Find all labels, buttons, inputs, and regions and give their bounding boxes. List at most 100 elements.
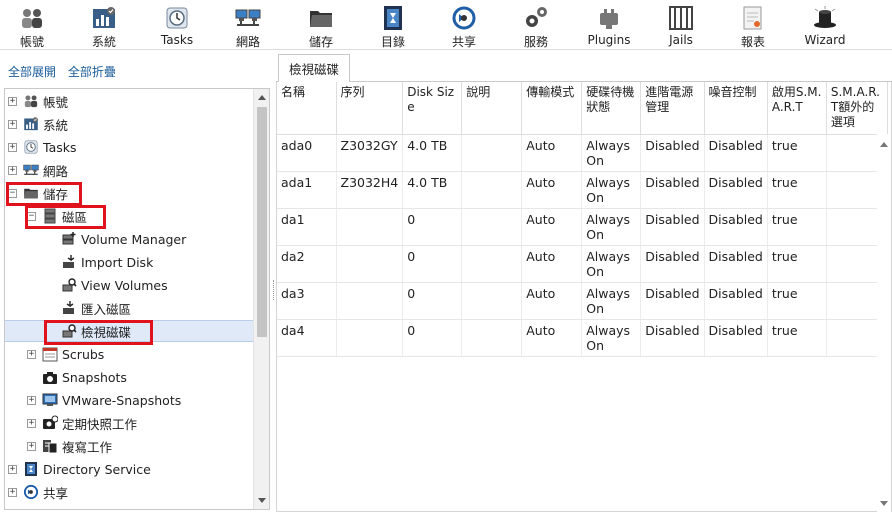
toolbar-label: Jails bbox=[669, 33, 693, 47]
tree-item-vmware-snapshots[interactable]: + VMware-Snapshots bbox=[5, 389, 255, 411]
tree-item-network[interactable]: + 網路 bbox=[5, 159, 255, 181]
table-cell: true bbox=[767, 208, 827, 246]
toolbar-button-services[interactable]: 服務 bbox=[501, 0, 571, 50]
toolbar-button-tasks[interactable]: Tasks bbox=[142, 0, 212, 50]
tree-item-users[interactable]: + 帳號 bbox=[5, 90, 255, 112]
network-icon bbox=[23, 162, 39, 178]
tree-item-label: Directory Service bbox=[43, 461, 151, 477]
scroll-up-icon[interactable] bbox=[258, 95, 266, 100]
toolbar-button-jails[interactable]: Jails bbox=[646, 0, 716, 50]
expand-all-link[interactable]: 全部展開 bbox=[8, 65, 56, 79]
expand-icon[interactable]: + bbox=[27, 441, 36, 451]
column-header[interactable]: 進階電源管理 bbox=[640, 82, 705, 135]
table-row[interactable]: da2 0 Auto Always On Disabled Disabled true bbox=[277, 245, 888, 283]
collapse-icon[interactable]: − bbox=[8, 188, 17, 198]
table-row[interactable]: ada0 Z3032GY 4.0 TB Auto Always On Disabled Di… bbox=[277, 134, 888, 172]
expand-icon[interactable]: + bbox=[8, 96, 17, 106]
toolbar-button-storage[interactable]: 儲存 bbox=[286, 0, 356, 50]
tree-item-scrubs[interactable]: + Scrubs bbox=[5, 343, 255, 365]
toolbar-button-network[interactable]: 網路 bbox=[213, 0, 283, 50]
tree-item-sharing[interactable]: + 共享 bbox=[5, 481, 255, 503]
tree-item-label: 共享 bbox=[43, 485, 69, 501]
import-volume-icon bbox=[61, 300, 77, 316]
table-cell: da1 bbox=[277, 208, 337, 246]
expand-icon[interactable]: + bbox=[27, 418, 36, 428]
tree-item-snapshots[interactable]: Snapshots bbox=[5, 366, 255, 388]
tree-item-label: 磁區 bbox=[62, 209, 88, 225]
column-header[interactable]: 傳輸模式 bbox=[521, 82, 583, 135]
expand-icon[interactable]: + bbox=[27, 395, 36, 405]
tree-item-directory-service[interactable]: + Directory Service bbox=[5, 458, 255, 480]
table-cell: Auto bbox=[521, 208, 583, 246]
users-icon bbox=[23, 93, 39, 109]
tree-item-storage[interactable]: − 儲存 bbox=[5, 182, 255, 204]
column-header[interactable]: 啟用S.M.A.R.T bbox=[767, 82, 827, 135]
column-header[interactable]: S.M.A.R.T額外的選項 bbox=[826, 82, 888, 135]
expand-icon[interactable]: + bbox=[8, 142, 17, 152]
table-row[interactable]: da3 0 Auto Always On Disabled Disabled true bbox=[277, 282, 888, 320]
table-cell: 0 bbox=[402, 282, 463, 320]
tab-view-disks[interactable]: 檢視磁碟 bbox=[278, 54, 351, 83]
tree-item-label: Snapshots bbox=[62, 369, 127, 385]
scroll-down-icon[interactable] bbox=[258, 498, 266, 503]
splitter-grip[interactable] bbox=[273, 280, 275, 300]
toolbar-button-directory[interactable]: 目錄 bbox=[358, 0, 428, 50]
tree-item-label: VMware-Snapshots bbox=[62, 392, 182, 408]
wizard-icon bbox=[812, 5, 838, 31]
tree-item-import-volume[interactable]: 匯入磁區 bbox=[5, 297, 255, 319]
column-header[interactable]: 序列 bbox=[336, 82, 404, 135]
table-cell: Disabled bbox=[640, 171, 705, 209]
navigation-panel: 全部展開 全部折疊 + 帳號 + 系統 + Tasks + 網路 − 儲存 − 磁區 Volume Ma… bbox=[0, 50, 272, 512]
column-header[interactable]: Disk Size bbox=[402, 82, 463, 135]
toolbar-button-reports[interactable]: 報表 bbox=[718, 0, 788, 50]
reports-icon bbox=[740, 5, 766, 31]
table-cell: Disabled bbox=[640, 245, 705, 283]
toolbar-button-users[interactable]: 帳號 bbox=[0, 0, 67, 50]
scroll-down-icon[interactable] bbox=[880, 501, 888, 506]
table-row[interactable]: da4 0 Auto Always On Disabled Disabled true bbox=[277, 319, 888, 357]
toolbar-button-plugins[interactable]: Plugins bbox=[574, 0, 644, 50]
scroll-thumb[interactable] bbox=[257, 107, 267, 337]
table-cell: Always On bbox=[581, 134, 642, 172]
storage-icon bbox=[23, 185, 39, 201]
table-cell: true bbox=[767, 134, 827, 172]
table-cell bbox=[336, 208, 404, 246]
tree-item-periodic-snapshot[interactable]: + 定期快照工作 bbox=[5, 412, 255, 434]
expand-icon[interactable]: + bbox=[8, 165, 17, 175]
tree-item-volumes[interactable]: − 磁區 bbox=[5, 205, 255, 227]
tree-item-view-disks[interactable]: 檢視磁碟 bbox=[5, 320, 255, 342]
table-row[interactable]: ada1 Z3032H4 4.0 TB Auto Always On Disabled Di… bbox=[277, 171, 888, 209]
tree-item-replication[interactable]: + 複寫工作 bbox=[5, 435, 255, 457]
tree-scrollbar[interactable] bbox=[253, 89, 269, 509]
table-cell bbox=[461, 171, 523, 209]
expand-icon[interactable]: + bbox=[8, 119, 17, 129]
tree-item-import-disk[interactable]: Import Disk bbox=[5, 251, 255, 273]
tree-item-label: View Volumes bbox=[81, 277, 168, 293]
tree-item-tasks[interactable]: + Tasks bbox=[5, 136, 255, 158]
table-row[interactable]: da1 0 Auto Always On Disabled Disabled true bbox=[277, 208, 888, 246]
toolbar-button-sharing[interactable]: 共享 bbox=[429, 0, 499, 50]
tree-item-view-volumes[interactable]: View Volumes bbox=[5, 274, 255, 296]
collapse-icon[interactable]: − bbox=[27, 211, 36, 221]
users-icon bbox=[19, 5, 45, 31]
collapse-all-link[interactable]: 全部折疊 bbox=[68, 65, 116, 79]
toolbar-button-wizard[interactable]: Wizard bbox=[790, 0, 860, 50]
toolbar-label: Wizard bbox=[804, 33, 846, 47]
table-cell: Disabled bbox=[640, 208, 705, 246]
tree-item-system[interactable]: + 系統 bbox=[5, 113, 255, 135]
tree-item-label: 帳號 bbox=[43, 94, 69, 110]
expand-icon[interactable]: + bbox=[27, 349, 36, 359]
expand-icon[interactable]: + bbox=[8, 487, 17, 497]
column-header[interactable]: 名稱 bbox=[277, 82, 337, 135]
table-cell: Always On bbox=[581, 208, 642, 246]
expand-icon[interactable]: + bbox=[8, 464, 17, 474]
column-header[interactable]: 說明 bbox=[461, 82, 523, 135]
tree-item-volume-manager[interactable]: Volume Manager bbox=[5, 228, 255, 250]
column-header[interactable]: 硬碟待機狀態 bbox=[581, 82, 642, 135]
grid-scrollbar[interactable] bbox=[877, 134, 891, 512]
volumes-icon bbox=[42, 208, 58, 224]
table-cell: Auto bbox=[521, 171, 583, 209]
column-header[interactable]: 噪音控制 bbox=[704, 82, 768, 135]
scroll-up-icon[interactable] bbox=[880, 142, 888, 147]
toolbar-button-system[interactable]: 系統 bbox=[69, 0, 139, 50]
